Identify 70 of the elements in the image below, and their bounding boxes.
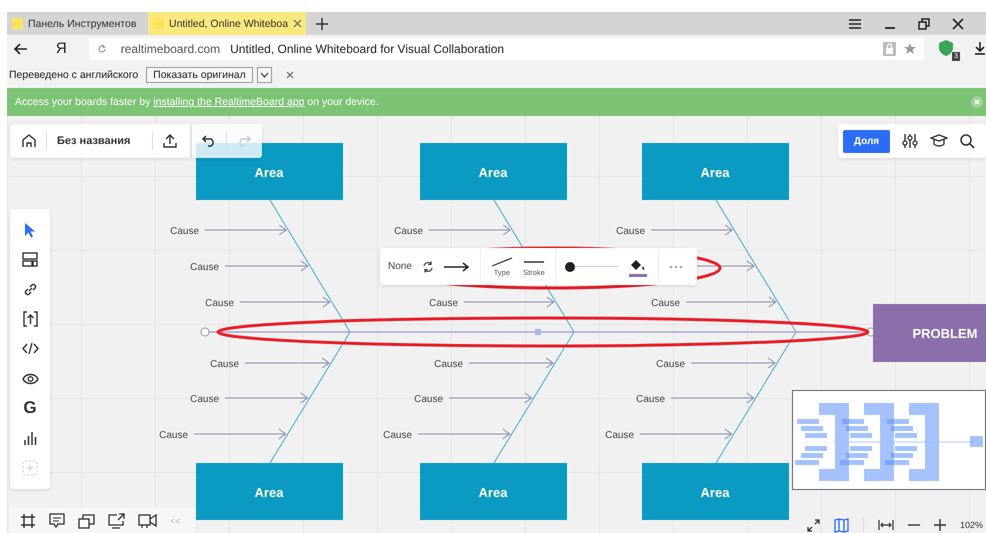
share-button[interactable]: Доля: [843, 130, 890, 152]
arrow-end-icon[interactable]: [444, 262, 470, 272]
cause-label: Cause: [605, 430, 634, 441]
browser-tab[interactable]: Панель Инструментов: [7, 12, 148, 35]
translation-notice: Переведено с английского: [9, 69, 138, 81]
comment-icon[interactable]: [49, 512, 65, 528]
new-tab-icon[interactable]: [316, 18, 328, 30]
fullscreen-icon[interactable]: [807, 518, 820, 532]
fit-width-icon[interactable]: [878, 520, 894, 530]
area-label: Area: [478, 165, 508, 180]
close-icon[interactable]: [952, 18, 964, 30]
screen-share-icon[interactable]: [108, 512, 125, 528]
back-arrow-icon[interactable]: [14, 42, 28, 54]
browser-logo[interactable]: Я: [56, 40, 67, 57]
area-label: Area: [254, 165, 284, 180]
restore-icon[interactable]: [918, 18, 930, 30]
map-icon[interactable]: [834, 518, 849, 532]
cause-label: Cause: [651, 298, 680, 309]
cause-label: Cause: [429, 298, 458, 309]
zoom-in-icon[interactable]: [934, 519, 946, 531]
graduation-cap-icon[interactable]: [930, 134, 948, 148]
close-icon[interactable]: [293, 19, 302, 28]
banner-message: Access your boards faster by installing the RealtimeBoard app on your device.: [15, 96, 379, 108]
thickness-slider[interactable]: [566, 260, 618, 272]
cause-label: Cause: [394, 226, 423, 237]
cause-label: Cause: [656, 359, 685, 370]
upload-icon[interactable]: [163, 134, 178, 148]
cause-label: Cause: [636, 394, 665, 405]
board-title[interactable]: Без названия: [57, 135, 130, 147]
caret-icon[interactable]: [260, 72, 269, 78]
area-label: Area: [254, 485, 284, 500]
cards-icon[interactable]: [78, 512, 95, 528]
cause-label: Cause: [383, 430, 412, 441]
search-icon[interactable]: [960, 134, 975, 148]
browser-tab[interactable]: Untitled, Online Whiteboa: [148, 12, 306, 35]
page-icon: [153, 18, 164, 29]
page-icon: [12, 18, 23, 29]
area-label: Area: [700, 165, 730, 180]
cause-label: Cause: [170, 226, 199, 237]
google-logo[interactable]: G: [19, 397, 41, 420]
settings-sliders-icon[interactable]: [902, 133, 918, 149]
menu-icon[interactable]: [848, 18, 862, 30]
undo-icon[interactable]: [202, 135, 216, 147]
line-type-icon[interactable]: [490, 256, 513, 266]
star-icon[interactable]: [904, 42, 916, 54]
swap-icon[interactable]: [422, 260, 434, 272]
frame-icon[interactable]: [20, 512, 36, 528]
show-original-button[interactable]: Показать оригинал: [146, 67, 253, 83]
cause-label: Cause: [414, 394, 443, 405]
cause-label: Cause: [434, 359, 463, 370]
spine-line[interactable]: [200, 328, 876, 336]
cause-label: Cause: [190, 394, 219, 405]
cause-label: Cause: [190, 262, 219, 273]
dropdown-button[interactable]: [256, 67, 272, 83]
zoom-level: 102%: [960, 520, 984, 530]
cause-label: Cause: [210, 359, 239, 370]
home-icon[interactable]: [22, 134, 36, 148]
problem-label: PROBLEM: [912, 326, 978, 341]
line-start-label[interactable]: None: [388, 261, 412, 272]
download-icon[interactable]: [974, 42, 986, 55]
cause-label: Cause: [616, 226, 645, 237]
reload-icon[interactable]: [96, 44, 107, 54]
midpoint-handle[interactable]: [535, 329, 541, 335]
area-label: Area: [478, 485, 508, 500]
area-label: Area: [700, 485, 730, 500]
cause-label: Cause: [205, 298, 234, 309]
close-icon[interactable]: [286, 71, 294, 79]
address-field[interactable]: realtimeboard.com Untitled, Online Whiteboard for Visual Collaboration: [88, 38, 924, 60]
cause-label: Cause: [159, 430, 188, 441]
video-camera-icon[interactable]: [138, 513, 157, 528]
